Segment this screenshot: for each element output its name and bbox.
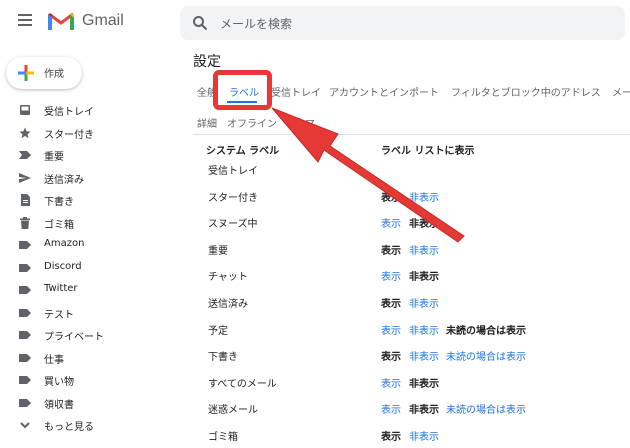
main-menu-icon[interactable] xyxy=(18,14,32,26)
label-name: スヌーズ中 xyxy=(208,219,258,231)
label-name: 迷惑メール xyxy=(208,405,258,417)
hide-option[interactable]: 非表示 xyxy=(409,242,439,257)
hide-option[interactable]: 非表示 xyxy=(409,348,439,363)
label-name: ゴミ箱 xyxy=(208,432,238,443)
compose-label: 作成 xyxy=(44,69,64,80)
tab-highlight-box xyxy=(213,70,272,110)
show-if-unread-option[interactable]: 未読の場合は表示 xyxy=(446,322,526,337)
show-if-unread-option[interactable]: 未読の場合は表示 xyxy=(446,401,526,416)
search-input[interactable]: メールを検索 xyxy=(220,15,292,32)
show-option[interactable]: 表示 xyxy=(381,401,401,416)
show-option[interactable]: 表示 xyxy=(381,215,401,230)
hide-option[interactable]: 非表示 xyxy=(409,322,439,337)
hide-option[interactable]: 非表示 xyxy=(409,189,439,204)
star-icon xyxy=(19,127,31,138)
sidebar-item-label: スター付き xyxy=(44,129,94,141)
sidebar-item-label: 受信トレイ xyxy=(44,107,94,118)
hide-option[interactable]: 非表示 xyxy=(409,295,439,310)
show-option[interactable]: 表示 xyxy=(381,348,401,363)
tab-offline[interactable]: オフライン xyxy=(227,115,277,130)
show-option[interactable]: 表示 xyxy=(381,375,401,390)
tab-filters-blocked[interactable]: フィルタとブロック中のアドレス xyxy=(451,84,601,99)
tab-themes[interactable]: テーマ xyxy=(285,115,315,130)
label-name: 送信済み xyxy=(208,299,248,310)
sidebar-item-inbox[interactable]: 受信トレイ xyxy=(0,99,170,122)
column-header-system-labels: システム ラベル xyxy=(206,146,280,157)
label-name: 予定 xyxy=(208,325,228,337)
label-name: チャット xyxy=(208,272,248,284)
label-row: 送信済み 表示 非表示 xyxy=(0,291,630,317)
hide-option[interactable]: 非表示 xyxy=(409,428,439,443)
settings-tabs-row2: 詳細 オフライン テーマ xyxy=(193,111,393,130)
page-title: 設定 xyxy=(193,54,221,70)
tab-advanced[interactable]: 詳細 xyxy=(197,115,217,130)
top-bar: Gmail メールを検索 xyxy=(0,0,630,44)
label-row: チャット 表示 非表示 xyxy=(0,264,630,290)
show-option[interactable]: 表示 xyxy=(381,189,401,204)
label-row: 重要 表示 非表示 xyxy=(0,238,630,264)
search-bar[interactable]: メールを検索 xyxy=(180,6,625,40)
tab-accounts-import[interactable]: アカウントとインポート xyxy=(329,84,439,99)
label-row: 予定 表示 非表示 未読の場合は表示 xyxy=(0,318,630,344)
label-name: 下書き xyxy=(208,352,238,364)
app-name: Gmail xyxy=(82,12,124,29)
divider xyxy=(193,134,630,135)
label-name: スター付き xyxy=(208,192,258,204)
label-name: すべてのメール xyxy=(208,378,277,390)
sidebar-item-starred[interactable]: スター付き xyxy=(0,122,170,145)
tab-inbox[interactable]: 受信トレイ xyxy=(271,84,321,99)
hide-option[interactable]: 非表示 xyxy=(409,215,439,230)
label-row: 下書き 表示 非表示 未読の場合は表示 xyxy=(0,344,630,370)
compose-button[interactable]: 作成 xyxy=(6,57,82,89)
show-option[interactable]: 表示 xyxy=(381,322,401,337)
search-icon[interactable] xyxy=(192,15,208,31)
show-option[interactable]: 表示 xyxy=(381,295,401,310)
column-header-show-in-list: ラベル リストに表示 xyxy=(381,146,475,157)
hide-option[interactable]: 非表示 xyxy=(409,268,439,283)
show-option[interactable]: 表示 xyxy=(381,268,401,283)
label-row: スヌーズ中 表示 非表示 xyxy=(0,211,630,237)
show-option[interactable]: 表示 xyxy=(381,428,401,443)
hide-option[interactable]: 非表示 xyxy=(409,401,439,416)
label-name: 受信トレイ xyxy=(208,166,258,177)
label-name: 重要 xyxy=(208,245,228,257)
label-row: スター付き 表示 非表示 xyxy=(0,185,630,211)
plus-icon xyxy=(18,65,34,81)
show-if-unread-option[interactable]: 未読の場合は表示 xyxy=(446,348,526,363)
show-option[interactable]: 表示 xyxy=(381,242,401,257)
gmail-logo-icon[interactable] xyxy=(48,10,74,32)
hide-option[interactable]: 非表示 xyxy=(409,375,439,390)
label-row: 迷惑メール 表示 非表示 未読の場合は表示 xyxy=(0,397,630,423)
inbox-icon xyxy=(20,105,30,115)
label-row: ゴミ箱 表示 非表示 xyxy=(0,424,630,448)
tab-more[interactable]: メー xyxy=(612,84,630,99)
label-row: 受信トレイ xyxy=(0,158,630,184)
label-row: すべてのメール 表示 非表示 xyxy=(0,371,630,397)
